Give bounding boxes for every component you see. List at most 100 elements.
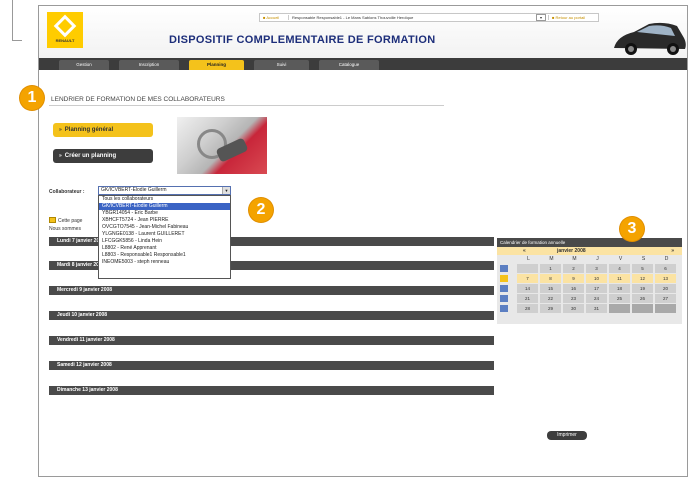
week-select-icon[interactable] — [500, 264, 508, 272]
weekday-label: D — [664, 256, 669, 262]
day-bar-thursday[interactable]: Jeudi 10 janvier 2008 — [49, 311, 494, 320]
collaborator-select[interactable]: GK/ICVBERT-Elodie Guillerm ▼ — [98, 186, 231, 195]
chevron-down-icon[interactable]: ▾ — [536, 14, 546, 21]
calendar-day[interactable]: 4 — [609, 263, 630, 273]
main-tabs: Gestion Inscription Planning Suivi Catal… — [39, 58, 687, 70]
app-window: RENAULT ■ Accueil Responsable Responsabl… — [38, 5, 688, 477]
calendar-day[interactable]: 23 — [563, 293, 584, 303]
calendar-day[interactable]: 24 — [586, 293, 607, 303]
calendar-day[interactable] — [517, 263, 538, 273]
dropdown-option[interactable]: XBHCFT5724 - Jean PIERRE — [99, 217, 230, 224]
calendar-day[interactable]: 26 — [632, 293, 653, 303]
weekday-label: V — [618, 256, 623, 262]
calendar-day[interactable]: 7 — [517, 273, 538, 283]
calendar-week-row: 14 15 16 17 18 19 20 — [497, 283, 682, 293]
calendar-week-row: 21 22 23 24 25 26 27 — [497, 293, 682, 303]
collaborator-select-value: GK/ICVBERT-Elodie Guillerm — [101, 187, 167, 193]
calendar-day[interactable] — [632, 303, 653, 313]
home-link[interactable]: ■ Accueil — [260, 15, 288, 20]
dropdown-option[interactable]: OVCGTO7545 - Jean-Michel Fabineau — [99, 224, 230, 231]
calendar-day[interactable]: 14 — [517, 283, 538, 293]
planning-general-button[interactable]: » Planning général — [53, 123, 153, 137]
dropdown-option[interactable]: Tous les collaborateurs — [99, 196, 230, 203]
day-bar-friday[interactable]: Vendredi 11 janvier 2008 — [49, 336, 494, 345]
tab-inscription[interactable]: Inscription — [119, 60, 179, 70]
calendar-day[interactable]: 15 — [540, 283, 561, 293]
week-select-icon[interactable] — [500, 274, 508, 282]
calendar-day[interactable]: 18 — [609, 283, 630, 293]
calendar-week-row: 28 29 30 31 — [497, 303, 682, 313]
portal-link[interactable]: ■ Retour au portail — [548, 15, 598, 20]
calendar-day[interactable]: 16 — [563, 283, 584, 293]
tab-planning[interactable]: Planning — [189, 60, 244, 70]
info-text: Cette page — [58, 218, 83, 224]
calendar-day[interactable]: 8 — [540, 273, 561, 283]
logo-text: RENAULT — [55, 37, 75, 43]
calendar-day[interactable]: 12 — [632, 273, 653, 283]
calendar-day[interactable]: 9 — [563, 273, 584, 283]
page-title: DISPOSITIF COMPLEMENTAIRE DE FORMATION — [169, 34, 436, 46]
calendar-day[interactable]: 1 — [540, 263, 561, 273]
tab-catalogue[interactable]: Catalogue — [319, 60, 379, 70]
day-bar-saturday[interactable]: Samedi 12 janvier 2008 — [49, 361, 494, 370]
calendar-day[interactable]: 11 — [609, 273, 630, 283]
top-info-bar: ■ Accueil Responsable Responsable1 - Le … — [259, 13, 599, 22]
collaborator-dropdown-list: Tous les collaborateurs GK/ICVBERT-Elodi… — [98, 195, 231, 279]
keys-photo — [177, 117, 267, 174]
calendar-day[interactable]: 10 — [586, 273, 607, 283]
arrow-right-icon: » — [59, 127, 62, 133]
calendar-day[interactable]: 25 — [609, 293, 630, 303]
dropdown-option-selected[interactable]: GK/ICVBERT-Elodie Guillerm — [99, 203, 230, 210]
calendar-next-month[interactable]: » — [671, 247, 674, 255]
calendar-day[interactable]: 5 — [632, 263, 653, 273]
calendar-week-row: 7 8 9 10 11 12 13 — [497, 273, 682, 283]
tab-suivi[interactable]: Suivi — [254, 60, 309, 70]
renault-logo[interactable]: RENAULT — [47, 12, 83, 48]
calendar-day[interactable]: 20 — [655, 283, 676, 293]
weekday-label: M — [549, 256, 554, 262]
chevron-down-icon[interactable]: ▼ — [222, 187, 230, 194]
weekday-label: M — [572, 256, 577, 262]
calendar-day[interactable]: 19 — [632, 283, 653, 293]
calendar-week-row: 1 2 3 4 5 6 — [497, 263, 682, 273]
calendar-day[interactable]: 27 — [655, 293, 676, 303]
calendar-day[interactable]: 2 — [563, 263, 584, 273]
week-select-icon[interactable] — [500, 284, 508, 292]
print-button[interactable]: Imprimer — [547, 431, 587, 440]
calendar-day[interactable] — [655, 303, 676, 313]
dropdown-option[interactable]: LFCGGK5856 - Linda Hein — [99, 238, 230, 245]
calendar-weekday-row: L M M J V S D — [497, 255, 682, 263]
create-planning-button[interactable]: » Créer un planning — [53, 149, 153, 163]
dropdown-option[interactable]: INEOME5003 - steph renneau — [99, 259, 230, 266]
day-bar-wednesday[interactable]: Mercredi 9 janvier 2008 — [49, 286, 494, 295]
dropdown-option[interactable]: YLGNGE0138 - Laurent GUILLERET — [99, 231, 230, 238]
calendar-day[interactable]: 21 — [517, 293, 538, 303]
callout-badge-2: 2 — [249, 198, 273, 222]
week-select-icon[interactable] — [500, 304, 508, 312]
calendar-month-label: janvier 2008 — [557, 248, 586, 254]
tab-gestion[interactable]: Gestion — [59, 60, 109, 70]
dropdown-option[interactable]: YBGR14054 - Eric Barbe — [99, 210, 230, 217]
dropdown-option[interactable]: L8802 - René Apprenant — [99, 245, 230, 252]
weekday-label: J — [596, 256, 599, 262]
calendar-day[interactable]: 13 — [655, 273, 676, 283]
arrow-right-icon: » — [59, 153, 62, 159]
calendar-prev-month[interactable]: « — [523, 247, 526, 255]
calendar-day[interactable]: 3 — [586, 263, 607, 273]
calendar-day[interactable]: 28 — [517, 303, 538, 313]
info-icon — [49, 217, 56, 223]
day-bar-sunday[interactable]: Dimanche 13 janvier 2008 — [49, 386, 494, 395]
calendar-day[interactable]: 17 — [586, 283, 607, 293]
car-image — [614, 22, 686, 55]
week-select-icon[interactable] — [500, 294, 508, 302]
calendar-day[interactable]: 31 — [586, 303, 607, 313]
section-heading: LENDRIER DE FORMATION DE MES COLLABORATE… — [49, 96, 444, 106]
calendar-day[interactable]: 30 — [563, 303, 584, 313]
dropdown-option[interactable]: L8803 - Responsable1 Responsable1 — [99, 252, 230, 259]
calendar-day[interactable]: 29 — [540, 303, 561, 313]
calendar-day[interactable]: 6 — [655, 263, 676, 273]
calendar-day[interactable] — [609, 303, 630, 313]
weekday-label: L — [527, 256, 530, 262]
calendar-day[interactable]: 22 — [540, 293, 561, 303]
callout-badge-1: 1 — [20, 86, 44, 110]
